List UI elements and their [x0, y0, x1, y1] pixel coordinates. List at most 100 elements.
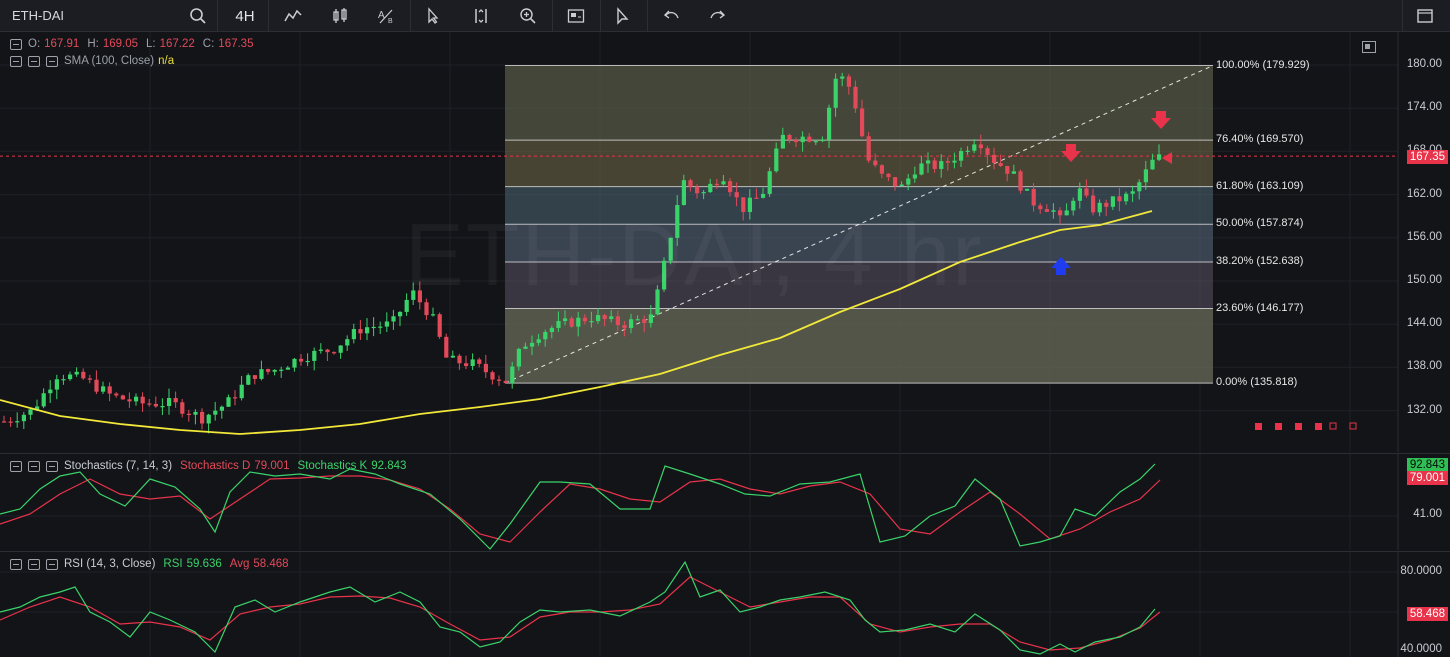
candle-body [873, 160, 878, 166]
candle-body [761, 193, 766, 198]
candle-body [939, 161, 944, 169]
candle-body [206, 414, 211, 424]
rsi-avg-line [0, 576, 1161, 651]
candle-body [926, 160, 931, 164]
candle-body [239, 384, 244, 399]
screenshot-icon[interactable] [561, 4, 591, 28]
settings-icon[interactable] [46, 558, 58, 570]
line-icon[interactable] [278, 4, 308, 28]
candle-body [563, 318, 568, 322]
settings-icon[interactable] [46, 460, 58, 472]
candle-body [1038, 205, 1043, 210]
candle-body [54, 379, 59, 390]
candle-body [813, 141, 818, 143]
candle-body [114, 393, 119, 396]
vertical-arrows-icon[interactable] [466, 4, 496, 28]
candle-body [952, 160, 957, 163]
candle-body [945, 161, 950, 163]
candle-body [846, 76, 851, 87]
candle-body [998, 163, 1003, 166]
candle-body [61, 379, 66, 381]
candle-body [992, 154, 997, 164]
candle-body [398, 311, 403, 317]
zoom-in-icon[interactable] [513, 4, 543, 28]
candle-body [153, 403, 158, 407]
candle-body [292, 358, 297, 368]
visibility-icon[interactable] [28, 558, 40, 570]
candle-body [312, 350, 317, 361]
settings-icon[interactable] [46, 55, 58, 67]
candle-body [959, 151, 964, 161]
svg-text:B: B [388, 18, 393, 25]
candle-body [497, 379, 502, 381]
candle-body [464, 363, 469, 367]
symbol-input[interactable]: ETH-DAI [12, 8, 64, 23]
candle-body [1077, 188, 1082, 201]
search-icon[interactable] [188, 6, 208, 26]
fullscreen-icon[interactable] [1410, 4, 1440, 28]
candle-body [714, 183, 719, 186]
symbol-search-box[interactable]: ETH-DAI [0, 0, 218, 32]
fib-level-label: 0.00% (135.818) [1216, 376, 1298, 389]
text-tool-icon[interactable]: AB [371, 4, 401, 28]
candle-body [8, 421, 13, 423]
candle-body [1051, 210, 1056, 212]
redo-icon[interactable] [703, 4, 733, 28]
rsi-value: 59.636 [186, 558, 222, 570]
open-label: O: [28, 38, 41, 50]
candle-body [107, 386, 112, 394]
rsi-label: RSI [163, 558, 183, 570]
fib-level-label: 76.40% (169.570) [1216, 133, 1304, 146]
stochastics-d-value: 79.001 [254, 460, 290, 472]
price-axis-label: 132.00 [1406, 403, 1442, 416]
candle-body [81, 371, 86, 379]
hide-icon[interactable] [10, 460, 22, 472]
undo-icon[interactable] [656, 4, 686, 28]
fib-level-label: 50.00% (157.874) [1216, 217, 1304, 230]
candle-body [431, 314, 436, 316]
price-chart-pane[interactable]: ETH-DAI, 4 hr O: 167.91 H: 169.05 L: 167… [0, 32, 1450, 452]
hide-icon[interactable] [10, 55, 22, 67]
candle-body [866, 136, 871, 161]
collapse-icon[interactable] [10, 38, 22, 50]
stochastics-k-value: 92.843 [371, 460, 407, 472]
candle-body [477, 359, 482, 364]
candle-body [193, 411, 198, 415]
rsi-axis-label-40: 40.0000 [1400, 643, 1442, 655]
stochastics-legend: Stochastics (7, 14, 3) Stochastics D 79.… [10, 458, 406, 474]
open-value: 167.91 [44, 38, 80, 50]
candle-body [1091, 195, 1096, 213]
visibility-icon[interactable] [28, 55, 40, 67]
price-axis-label: 156.00 [1406, 230, 1442, 243]
candle-body [879, 165, 884, 174]
stochastics-d-line [0, 475, 1161, 543]
candle-body [1157, 154, 1162, 160]
fib-level-label: 61.80% (163.109) [1216, 179, 1304, 192]
candle-body [807, 136, 812, 142]
candle-body [338, 345, 343, 353]
stochastics-title: Stochastics (7, 14, 3) [64, 460, 173, 472]
candles-icon[interactable] [325, 4, 355, 28]
interval-button[interactable]: 4H [227, 4, 263, 28]
high-value: 169.05 [102, 38, 139, 50]
candle-body [68, 374, 73, 380]
candle-body [1005, 165, 1010, 174]
candle-body [318, 349, 323, 351]
candle-body [728, 181, 733, 193]
visibility-icon[interactable] [28, 460, 40, 472]
price-axis-label: 150.00 [1406, 274, 1442, 286]
candle-body [285, 367, 290, 370]
candle-body [490, 372, 495, 380]
candle-body [94, 379, 99, 392]
stochastics-pane[interactable]: Stochastics (7, 14, 3) Stochastics D 79.… [0, 453, 1450, 550]
candle-body [101, 386, 106, 392]
candle-body [233, 397, 238, 399]
candle-body [787, 134, 792, 140]
candle-body [681, 180, 686, 206]
rsi-pane[interactable]: RSI (14, 3, Close) RSI 59.636 Avg 58.468… [0, 551, 1450, 657]
pointer-icon[interactable] [608, 4, 638, 28]
rsi-title: RSI (14, 3, Close) [64, 558, 156, 570]
screenshot-small-icon[interactable] [1362, 41, 1376, 53]
hide-icon[interactable] [10, 558, 22, 570]
cursor-icon[interactable] [418, 4, 448, 28]
